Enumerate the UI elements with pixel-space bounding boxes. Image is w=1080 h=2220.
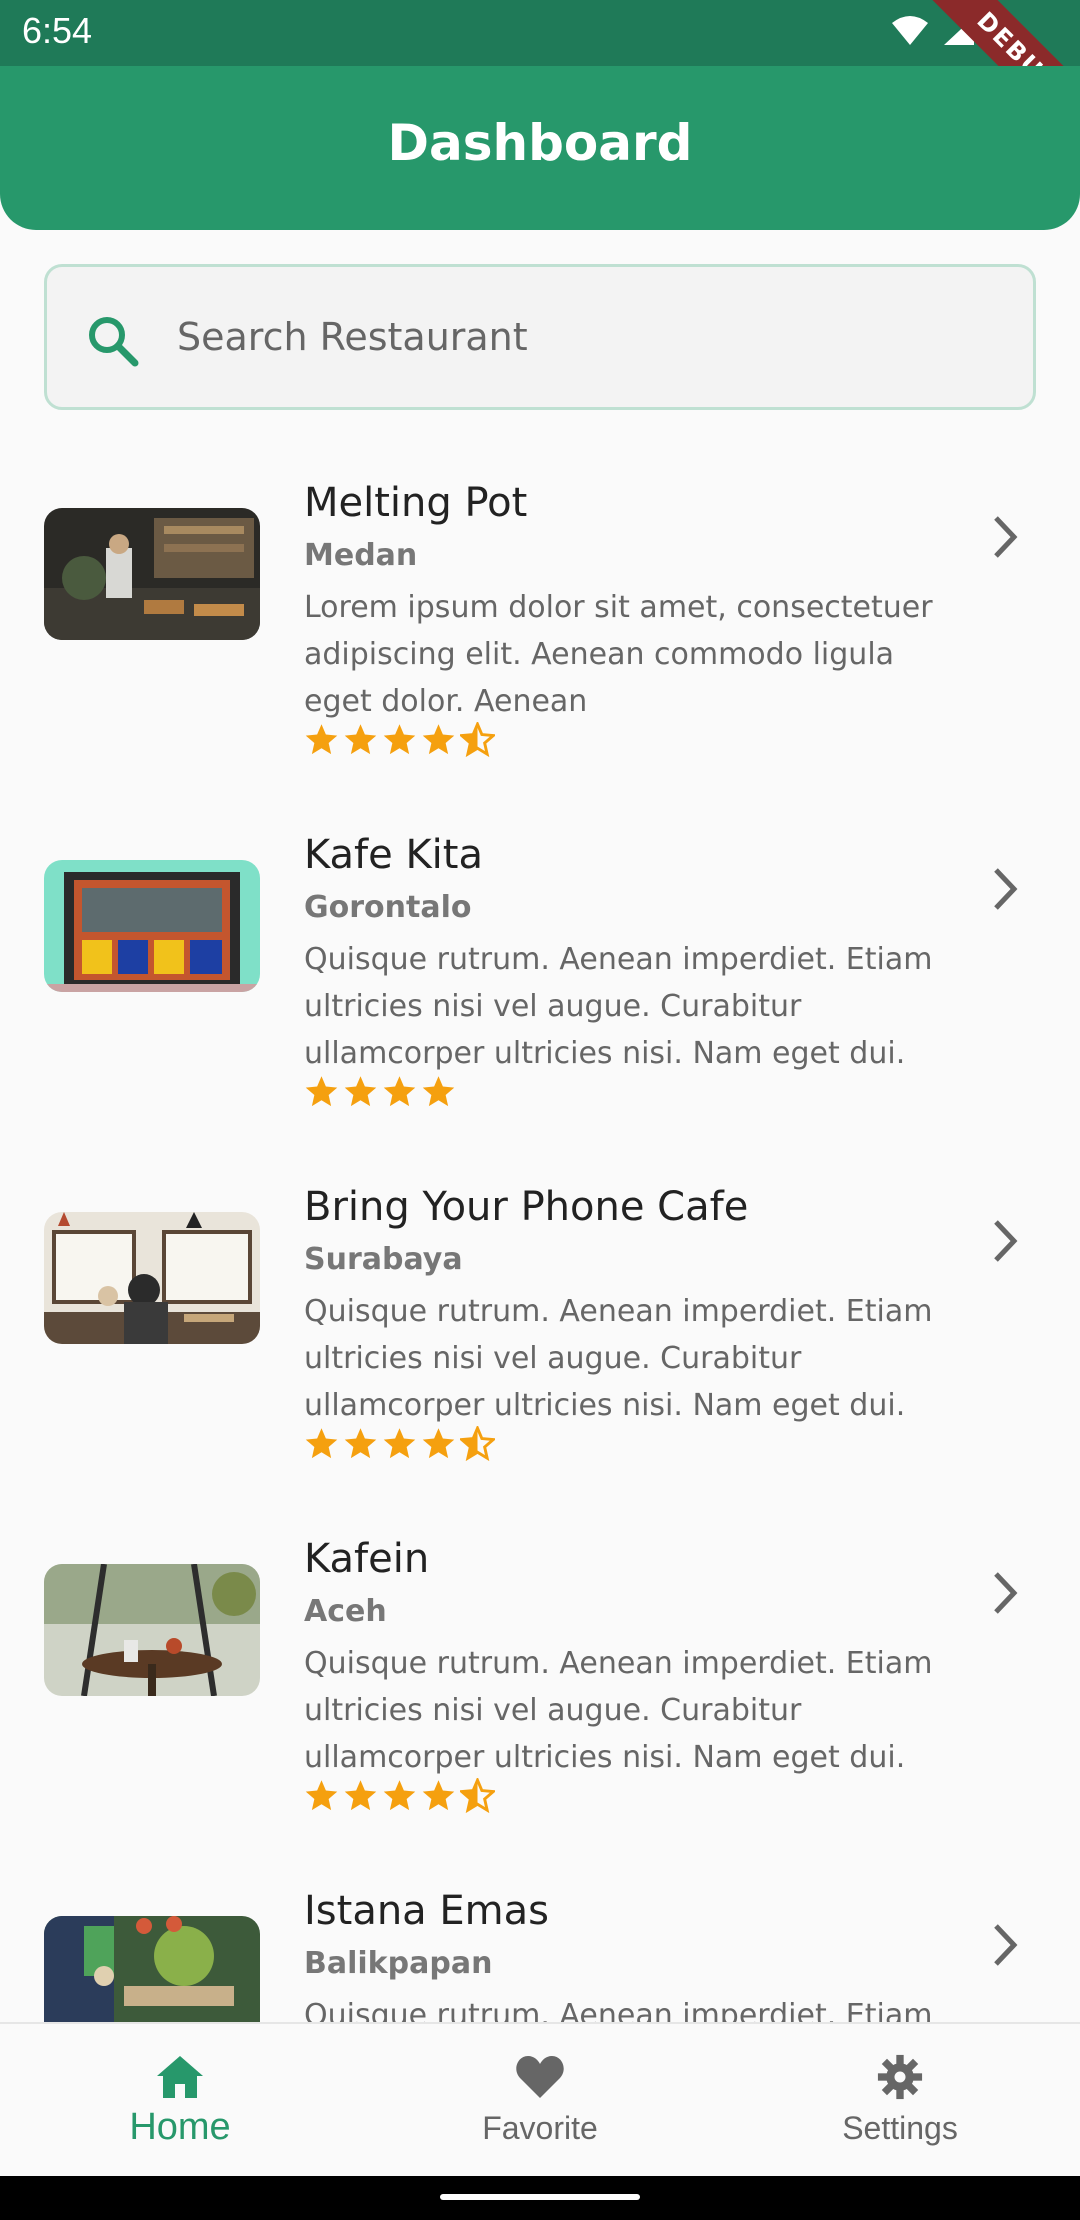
restaurant-item[interactable]: Bring Your Phone Cafe Surabaya Quisque r…	[0, 1144, 1080, 1496]
status-time: 6:54	[22, 10, 93, 51]
restaurant-description: Quisque rutrum. Aenean imperdiet. Etiam …	[304, 942, 933, 1071]
star-full-icon	[343, 1074, 378, 1109]
status-bar: 6:54	[0, 0, 1080, 66]
star-full-icon	[382, 722, 417, 757]
restaurant-description: Quisque rutrum. Aenean imperdiet. Etiam …	[304, 1646, 933, 1775]
restaurant-description: Lorem ipsum dolor sit amet, consectetuer…	[304, 590, 933, 719]
restaurant-name: Kafe Kita	[304, 832, 483, 878]
search-input[interactable]	[177, 301, 997, 373]
restaurant-city: Gorontalo	[304, 890, 472, 925]
restaurant-city: Surabaya	[304, 1242, 463, 1277]
system-navigation-bar	[0, 2176, 1080, 2220]
nav-item-favorite[interactable]: Favorite	[360, 2024, 720, 2178]
restaurant-city: Balikpapan	[304, 1946, 493, 1981]
star-full-icon	[421, 722, 456, 757]
star-full-icon	[421, 1074, 456, 1109]
rating-stars	[304, 1074, 456, 1109]
rating-stars	[304, 1426, 495, 1461]
restaurant-list[interactable]: Melting Pot Medan Lorem ipsum dolor sit …	[0, 440, 1080, 2022]
home-gesture-pill[interactable]	[440, 2194, 640, 2200]
restaurant-thumbnail	[44, 1916, 260, 2022]
star-full-icon	[304, 1426, 339, 1461]
restaurant-thumbnail	[44, 1212, 260, 1344]
restaurant-item[interactable]: Kafe Kita Gorontalo Quisque rutrum. Aene…	[0, 792, 1080, 1144]
search-box[interactable]	[44, 264, 1036, 410]
restaurant-thumbnail	[44, 1564, 260, 1696]
rating-stars	[304, 722, 495, 757]
chevron-right-icon[interactable]	[990, 1920, 1020, 1974]
nav-label-home: Home	[129, 2106, 231, 2148]
restaurant-name: Istana Emas	[304, 1888, 549, 1934]
restaurant-name: Kafein	[304, 1536, 430, 1582]
nav-label-favorite: Favorite	[482, 2110, 598, 2146]
restaurant-thumbnail	[44, 508, 260, 640]
page-title: Dashboard	[387, 114, 693, 172]
chevron-right-icon[interactable]	[990, 512, 1020, 566]
star-half-icon	[460, 1778, 495, 1813]
app-bar: Dashboard	[0, 66, 1080, 230]
nav-label-settings: Settings	[842, 2110, 958, 2146]
bottom-navigation: Home Favorite Settings	[0, 2022, 1080, 2176]
star-half-icon	[460, 1426, 495, 1461]
restaurant-city: Medan	[304, 538, 418, 573]
wifi-icon	[890, 15, 930, 47]
restaurant-item[interactable]: Istana Emas Balikpapan Quisque rutrum. A…	[0, 1848, 1080, 2022]
restaurant-name: Bring Your Phone Cafe	[304, 1184, 749, 1230]
chevron-right-icon[interactable]	[990, 1568, 1020, 1622]
restaurant-city: Aceh	[304, 1594, 387, 1629]
star-full-icon	[343, 1426, 378, 1461]
star-full-icon	[304, 1778, 339, 1813]
chevron-right-icon[interactable]	[990, 864, 1020, 918]
nav-item-home[interactable]: Home	[0, 2024, 360, 2178]
star-full-icon	[382, 1778, 417, 1813]
restaurant-description: Quisque rutrum. Aenean imperdiet. Etiam …	[304, 1294, 933, 1423]
star-full-icon	[343, 722, 378, 757]
star-full-icon	[343, 1778, 378, 1813]
star-full-icon	[304, 722, 339, 757]
star-full-icon	[382, 1074, 417, 1109]
star-full-icon	[421, 1426, 456, 1461]
restaurant-thumbnail	[44, 860, 260, 992]
nav-item-settings[interactable]: Settings	[720, 2024, 1080, 2178]
chevron-right-icon[interactable]	[990, 1216, 1020, 1270]
restaurant-name: Melting Pot	[304, 480, 528, 526]
rating-stars	[304, 1778, 495, 1813]
star-full-icon	[421, 1778, 456, 1813]
star-full-icon	[382, 1426, 417, 1461]
restaurant-item[interactable]: Melting Pot Medan Lorem ipsum dolor sit …	[0, 440, 1080, 792]
restaurant-description: Quisque rutrum. Aenean imperdiet. Etiam …	[304, 1998, 933, 2022]
star-full-icon	[304, 1074, 339, 1109]
star-half-icon	[460, 722, 495, 757]
search-icon	[85, 313, 141, 373]
restaurant-item[interactable]: Kafein Aceh Quisque rutrum. Aenean imper…	[0, 1496, 1080, 1848]
